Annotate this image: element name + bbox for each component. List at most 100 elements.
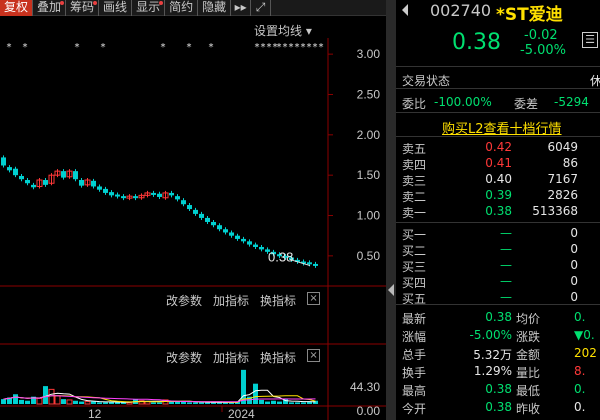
bid-price: —: [500, 258, 512, 272]
bid-price: —: [500, 242, 512, 256]
bid-level-label: 买四: [402, 276, 427, 290]
volume-bar: [271, 400, 276, 404]
volume-bar: [25, 400, 30, 404]
volume-bar: [265, 401, 270, 404]
candle-body: [235, 235, 240, 239]
ask-level-label: 卖五: [402, 142, 427, 156]
volume-bar: [73, 400, 78, 404]
toolbar-button-6[interactable]: 隐藏: [198, 0, 232, 16]
candle-body: [217, 225, 222, 230]
volume-tick-label: 0.00: [357, 404, 381, 418]
candle-body: [181, 200, 186, 205]
ask-volume: 6049: [547, 140, 578, 154]
ask-level-label: 卖四: [402, 158, 427, 172]
volume-bar: [54, 395, 61, 405]
stat-value: 8.: [574, 364, 586, 378]
volume-bar: [36, 397, 43, 405]
volume-tick-label: 44.30: [350, 380, 380, 394]
toolbar-button-3[interactable]: 画线: [99, 0, 133, 16]
bid-volume: 0: [570, 258, 578, 272]
candle-body: [205, 217, 210, 222]
stat-value: 1.29%: [473, 364, 512, 378]
switch-indicator-button-2[interactable]: 换指标: [260, 349, 296, 365]
bid-price: —: [500, 290, 512, 304]
chart-toolbar: 复权 叠加 筹码 画线 显示 简约 隐藏 ▸▸ ⤢: [0, 0, 386, 16]
toolbar-button-2[interactable]: 筹码: [66, 0, 100, 16]
last-price-label: 0.38: [268, 250, 293, 265]
divider: [396, 222, 600, 223]
ask-price: 0.41: [485, 156, 512, 170]
toolbar-button-5[interactable]: 简约: [165, 0, 199, 16]
stat-value: 0.38: [485, 310, 512, 324]
add-indicator-button-2[interactable]: 加指标: [213, 349, 249, 365]
ask-volume: 86: [562, 156, 578, 170]
candle-body: [121, 196, 126, 199]
volume-bar: [151, 402, 156, 404]
toolbar-button-label: 隐藏: [202, 0, 227, 14]
volume-bar: [199, 402, 204, 404]
event-marker: *: [186, 42, 192, 53]
close-icon[interactable]: ×: [307, 292, 321, 305]
candle-body: [43, 180, 48, 185]
indicator-toolbar-volume: 改参数 加指标 换指标 ×: [166, 349, 331, 365]
stock-code: 002740: [430, 1, 492, 20]
weicha-label: 委差: [514, 97, 539, 111]
volume-bar: [301, 402, 306, 404]
stat-value: 5.32万: [473, 348, 512, 362]
panel-splitter[interactable]: [386, 0, 396, 420]
candle-body: [109, 192, 114, 196]
volume-bar: [84, 401, 91, 405]
collapse-arrow-icon[interactable]: [388, 284, 394, 296]
event-marker: ****: [300, 42, 324, 53]
stat-label: 昨收: [516, 402, 541, 416]
weicha-value: -5294: [554, 95, 589, 109]
event-marker: ****: [254, 42, 278, 53]
volume-bar: [289, 402, 294, 404]
candle-body: [13, 168, 18, 176]
candle-body: [247, 241, 252, 245]
candle-body: [25, 180, 30, 184]
candle-body: [157, 193, 162, 197]
status-value: 休: [590, 74, 600, 88]
candle-body: [31, 184, 36, 188]
bid-volume: 0: [570, 242, 578, 256]
candle-body: [313, 263, 318, 266]
edit-params-button-2[interactable]: 改参数: [166, 349, 202, 365]
back-arrow-icon[interactable]: [402, 4, 408, 16]
toolbar-button-0[interactable]: 复权: [0, 0, 34, 16]
candle-body: [307, 262, 312, 265]
stat-value: 0.38: [485, 382, 512, 396]
event-marker: ****: [276, 42, 300, 53]
stat-label: 总手: [402, 348, 427, 362]
switch-indicator-button[interactable]: 换指标: [260, 292, 296, 308]
candle-body: [253, 244, 258, 247]
ask-volume: 2826: [547, 188, 578, 202]
kline-chart[interactable]: * * * * * * * **** **** **** 3.00 2.50 2.00 1.50 1.00 0…: [0, 16, 386, 420]
menu-icon[interactable]: ☰: [582, 32, 598, 48]
stat-label: 今开: [402, 402, 427, 416]
add-indicator-button[interactable]: 加指标: [213, 292, 249, 308]
close-icon-2[interactable]: ×: [307, 349, 321, 362]
set-ma-button[interactable]: 设置均线 ▾: [254, 22, 312, 39]
volume-bar: [91, 401, 96, 404]
edit-params-button[interactable]: 改参数: [166, 292, 202, 308]
toolbar-button-1[interactable]: 叠加: [33, 0, 67, 16]
stat-label: 涨幅: [402, 330, 427, 344]
expand-icon[interactable]: ⤢: [251, 0, 272, 16]
event-marker: *: [22, 42, 28, 53]
volume-bar: [175, 401, 180, 404]
ask-price: 0.38: [485, 204, 512, 218]
ask-volume: 7167: [547, 172, 578, 186]
volume-bar: [115, 402, 120, 404]
stat-value: 0.: [574, 310, 586, 324]
candle-body: [103, 188, 108, 193]
toolbar-button-4[interactable]: 显示: [132, 0, 166, 16]
volume-bar: [277, 401, 282, 404]
more-arrow-icon[interactable]: ▸▸: [231, 0, 252, 16]
l2-upgrade-link[interactable]: 购买L2查看十档行情: [442, 118, 562, 137]
bid-price: —: [500, 274, 512, 288]
stat-label: 均价: [516, 312, 541, 326]
dropdown-icon: ▾: [305, 24, 312, 38]
y-tick-label: 0.50: [357, 249, 381, 263]
volume-bar: [61, 399, 66, 404]
